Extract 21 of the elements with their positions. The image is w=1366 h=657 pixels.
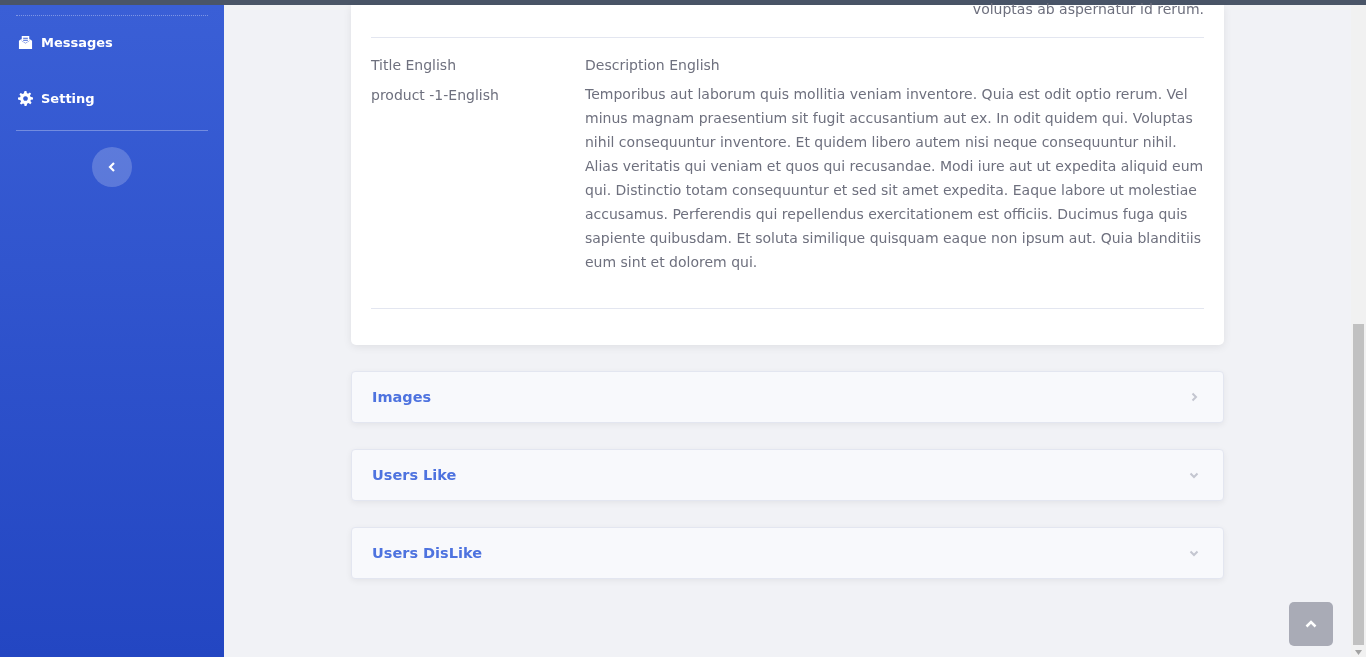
sidebar-item[interactable]: Setting (16, 86, 208, 110)
sidebar-item[interactable]: Messages (16, 30, 208, 54)
collapse-button[interactable] (92, 147, 132, 187)
accordion-header[interactable]: Images (351, 371, 1224, 423)
scroll-down-arrow-icon[interactable] (1355, 650, 1362, 655)
description-text: voluptas ab aspernatur id rerum. (972, 1, 1204, 17)
column-heading: Description English (585, 56, 721, 75)
chevron-up-icon (1305, 620, 1317, 628)
product-title: product -1-English (371, 86, 500, 105)
gear-icon (18, 90, 33, 106)
description-text: Temporibus aut laborum quis mollitia veniam inventore. Quia est odit optio rerum. Vel minus magnam praesentium sit fugit accusantium aut ex. In odit quidem qui. Voluptas nihil consequuntur inventore. Et quidem libero autem nisi neque consequuntur nihil. Alias veritatis qui veniam et quos qui recusandae. Modi iure aut ut expedita aliquid eum qui. Distinctio totam consequuntur et sed sit amet expedita. Eaque labore ut molestiae accusamus. Perferendis qui repellendus exercitationem est officiis. Ducimus fuga quis sapiente quibusdam. Et soluta similique quisquam eaque non ipsum aut. Quia blanditiis eum sint et dolorem qui. (585, 85, 1204, 272)
scrollbar[interactable] (1351, 5, 1366, 657)
scroll-to-top-button[interactable] (1289, 602, 1333, 646)
envelope-icon (18, 34, 33, 50)
panel-title: Users DisLike (372, 545, 482, 561)
panel-title: Users Like (372, 467, 457, 483)
accordion-header[interactable]: Users Like (351, 449, 1224, 501)
column-heading: Title English (371, 56, 457, 75)
chevron-left-icon (108, 162, 116, 172)
panel-title: Images (372, 389, 432, 405)
accordion-header[interactable]: Users DisLike (351, 527, 1224, 579)
